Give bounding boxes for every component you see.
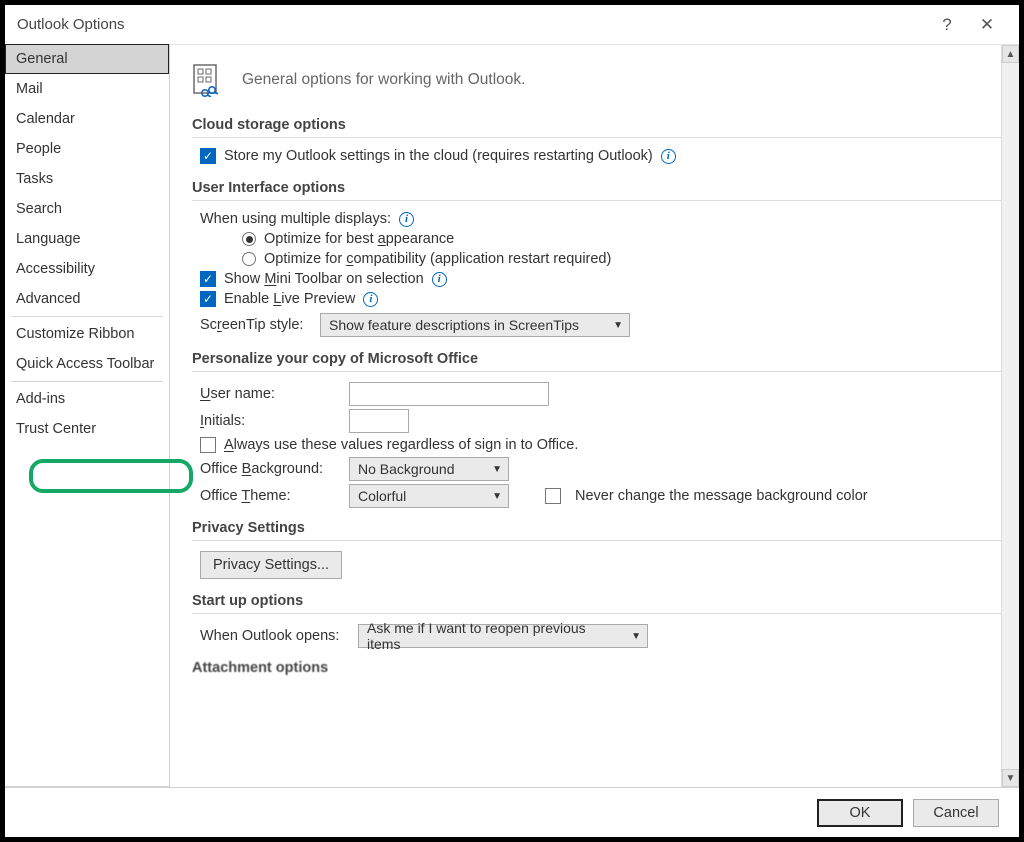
startup-label: When Outlook opens: — [200, 628, 350, 644]
section-title-cloud: Cloud storage options — [192, 117, 1009, 133]
sidebar-item-add-ins[interactable]: Add-ins — [5, 384, 169, 414]
button-label: Cancel — [933, 805, 978, 821]
screentip-style-select[interactable]: Show feature descriptions in ScreenTips … — [320, 313, 630, 337]
divider — [192, 540, 1009, 541]
divider — [192, 371, 1009, 372]
radio-compatibility[interactable] — [242, 252, 256, 266]
sidebar-item-label: Tasks — [16, 171, 53, 187]
outlook-options-window: Outlook Options ? ✕ General Mail Calenda… — [0, 0, 1024, 842]
divider — [192, 200, 1009, 201]
info-icon[interactable]: i — [661, 149, 676, 164]
cancel-button[interactable]: Cancel — [913, 799, 999, 827]
close-button[interactable]: ✕ — [967, 15, 1007, 35]
mini-toolbar-checkbox[interactable]: ✓ — [200, 271, 216, 287]
never-change-bg-label: Never change the message background colo… — [575, 488, 868, 504]
chevron-down-icon: ▼ — [631, 631, 641, 642]
privacy-settings-button[interactable]: Privacy Settings... — [200, 551, 342, 579]
button-label: OK — [850, 805, 871, 821]
select-value: Show feature descriptions in ScreenTips — [329, 317, 579, 333]
chevron-down-icon: ▼ — [613, 320, 623, 331]
live-preview-checkbox[interactable]: ✓ — [200, 291, 216, 307]
section-title-personalize: Personalize your copy of Microsoft Offic… — [192, 351, 1009, 367]
scroll-up-arrow[interactable]: ▲ — [1002, 45, 1019, 63]
sidebar-item-quick-access-toolbar[interactable]: Quick Access Toolbar — [5, 349, 169, 379]
dialog-footer: OK Cancel — [5, 787, 1019, 837]
sidebar-item-people[interactable]: People — [5, 134, 169, 164]
sidebar-item-general[interactable]: General — [5, 44, 169, 74]
general-options-icon — [192, 63, 228, 97]
info-icon[interactable]: i — [399, 212, 414, 227]
screentip-style-label: ScreenTip style: — [200, 317, 312, 333]
initials-input[interactable] — [349, 409, 409, 433]
mini-toolbar-label: Show Mini Toolbar on selection — [224, 271, 424, 287]
sidebar-item-label: Customize Ribbon — [16, 326, 134, 342]
select-value: No Background — [358, 461, 455, 477]
sidebar-item-label: People — [16, 141, 61, 157]
initials-label: Initials: — [200, 413, 335, 429]
sidebar-item-search[interactable]: Search — [5, 194, 169, 224]
titlebar: Outlook Options ? ✕ — [5, 5, 1019, 45]
office-theme-label: Office Theme: — [200, 488, 335, 504]
section-title-privacy: Privacy Settings — [192, 520, 1009, 536]
radio-best-appearance[interactable] — [242, 232, 256, 246]
radio-best-appearance-label: Optimize for best appearance — [264, 231, 454, 247]
chevron-down-icon: ▼ — [492, 491, 502, 502]
sidebar-separator — [11, 316, 163, 317]
sidebar-item-label: Advanced — [16, 291, 81, 307]
office-background-label: Office Background: — [200, 461, 335, 477]
ok-button[interactable]: OK — [817, 799, 903, 827]
sidebar-item-label: Calendar — [16, 111, 75, 127]
select-value: Ask me if I want to reopen previous item… — [367, 620, 621, 652]
office-background-select[interactable]: No Background ▼ — [349, 457, 509, 481]
live-preview-label: Enable Live Preview — [224, 291, 355, 307]
sidebar-item-label: Search — [16, 201, 62, 217]
scroll-down-arrow[interactable]: ▼ — [1002, 769, 1019, 787]
sidebar-item-tasks[interactable]: Tasks — [5, 164, 169, 194]
sidebar-item-label: Mail — [16, 81, 43, 97]
info-icon[interactable]: i — [432, 272, 447, 287]
store-cloud-checkbox[interactable]: ✓ — [200, 148, 216, 164]
sidebar-separator — [11, 381, 163, 382]
sidebar-item-mail[interactable]: Mail — [5, 74, 169, 104]
sidebar: General Mail Calendar People Tasks Searc… — [5, 44, 170, 787]
section-title-ui: User Interface options — [192, 180, 1009, 196]
divider — [192, 137, 1009, 138]
header-text: General options for working with Outlook… — [242, 71, 525, 89]
sidebar-item-accessibility[interactable]: Accessibility — [5, 254, 169, 284]
startup-behavior-select[interactable]: Ask me if I want to reopen previous item… — [358, 624, 648, 648]
sidebar-item-calendar[interactable]: Calendar — [5, 104, 169, 134]
username-label: User name: — [200, 386, 335, 402]
store-cloud-label: Store my Outlook settings in the cloud (… — [224, 148, 653, 164]
window-title: Outlook Options — [17, 16, 927, 33]
always-use-values-checkbox[interactable] — [200, 437, 216, 453]
sidebar-item-label: Language — [16, 231, 81, 247]
content-panel: General options for working with Outlook… — [170, 45, 1019, 787]
sidebar-item-advanced[interactable]: Advanced — [5, 284, 169, 314]
divider — [192, 613, 1009, 614]
username-input[interactable] — [349, 382, 549, 406]
sidebar-item-label: Accessibility — [16, 261, 95, 277]
sidebar-item-customize-ribbon[interactable]: Customize Ribbon — [5, 319, 169, 349]
office-theme-select[interactable]: Colorful ▼ — [349, 484, 509, 508]
select-value: Colorful — [358, 488, 406, 504]
radio-compatibility-label: Optimize for compatibility (application … — [264, 251, 611, 267]
vertical-scrollbar[interactable]: ▲ ▼ — [1001, 45, 1019, 787]
section-title-attachment: Attachment options — [192, 660, 1009, 676]
sidebar-item-label: General — [16, 51, 68, 67]
help-button[interactable]: ? — [927, 15, 967, 35]
sidebar-item-label: Quick Access Toolbar — [16, 356, 154, 372]
always-use-values-label: Always use these values regardless of si… — [224, 437, 578, 453]
sidebar-item-label: Add-ins — [16, 391, 65, 407]
never-change-bg-checkbox[interactable] — [545, 488, 561, 504]
button-label: Privacy Settings... — [213, 557, 329, 573]
sidebar-item-language[interactable]: Language — [5, 224, 169, 254]
sidebar-item-trust-center[interactable]: Trust Center — [5, 414, 169, 444]
multi-display-label: When using multiple displays: — [200, 211, 391, 227]
info-icon[interactable]: i — [363, 292, 378, 307]
chevron-down-icon: ▼ — [492, 464, 502, 475]
sidebar-item-label: Trust Center — [16, 421, 96, 437]
section-title-startup: Start up options — [192, 593, 1009, 609]
